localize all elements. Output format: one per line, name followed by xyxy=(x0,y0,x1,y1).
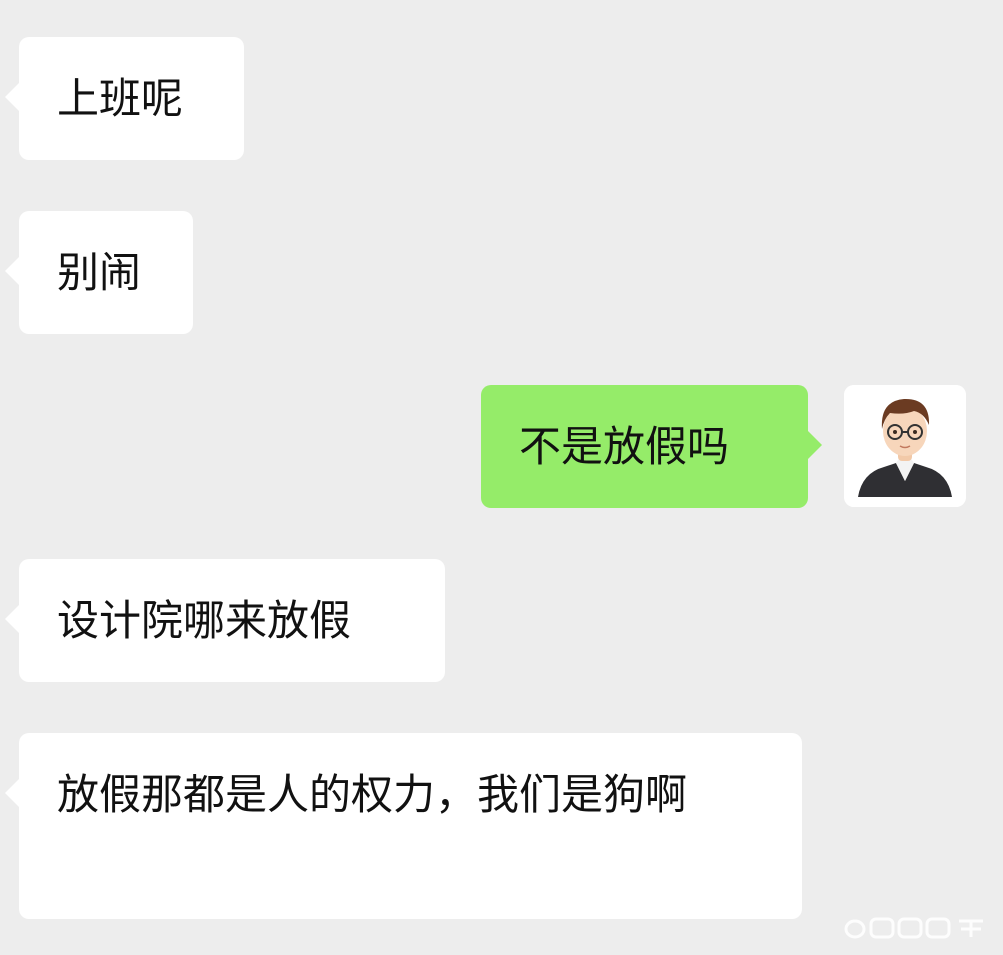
message-bubble-incoming[interactable]: 上班呢 xyxy=(5,37,244,160)
user-avatar-icon[interactable] xyxy=(844,385,966,507)
weibo-watermark-icon xyxy=(843,915,993,947)
avatar-illustration xyxy=(844,385,966,507)
message-text: 上班呢 xyxy=(57,74,184,123)
message-bubble-incoming[interactable]: 放假那都是人的权力，我们是狗啊 xyxy=(5,733,802,919)
message-text: 设计院哪来放假 xyxy=(57,596,352,645)
message-text: 别闹 xyxy=(57,248,142,297)
message-bubble-incoming[interactable]: 别闹 xyxy=(5,211,193,334)
message-bubble-incoming[interactable]: 设计院哪来放假 xyxy=(5,559,445,682)
message-text: 不是放假吗 xyxy=(519,422,730,471)
message-text: 放假那都是人的权力，我们是狗啊 xyxy=(57,770,688,819)
watermark-glyphs xyxy=(844,917,983,939)
message-bubble-outgoing[interactable]: 不是放假吗 xyxy=(481,385,822,508)
